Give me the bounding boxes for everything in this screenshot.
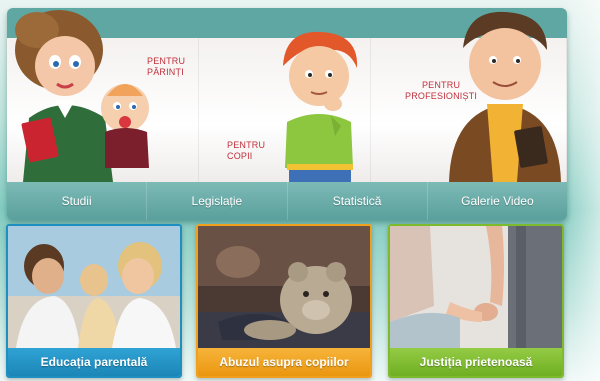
- nav-item-statistica[interactable]: Statistică: [288, 182, 428, 220]
- main-nav: Studii Legislație Statistică Galerie Vid…: [7, 182, 567, 220]
- child-illustration: [269, 26, 369, 182]
- card-caption: Abuzul asupra copiilor: [198, 348, 370, 376]
- nav-item-studii[interactable]: Studii: [7, 182, 148, 220]
- professional-illustration: [443, 8, 567, 182]
- card-parental-education[interactable]: Educația parentală: [6, 224, 182, 378]
- family-photo: [8, 226, 180, 348]
- nav-item-galerie-video[interactable]: Galerie Video: [428, 182, 567, 220]
- holding-hands-photo: [390, 226, 562, 348]
- nav-item-legislatie[interactable]: Legislație: [147, 182, 288, 220]
- card-friendly-justice[interactable]: Justiția prietenoasă: [388, 224, 564, 378]
- teddy-bear-photo: [198, 226, 370, 348]
- hero-banner: Pentru părinți Pentru copii Pentru profe…: [7, 8, 567, 220]
- panel-children-label: Pentru copii: [227, 140, 266, 161]
- card-child-abuse[interactable]: Abuzul asupra copiilor: [196, 224, 372, 378]
- card-caption: Justiția prietenoasă: [390, 348, 562, 376]
- mother-baby-illustration: [9, 8, 159, 182]
- card-caption: Educația parentală: [8, 348, 180, 376]
